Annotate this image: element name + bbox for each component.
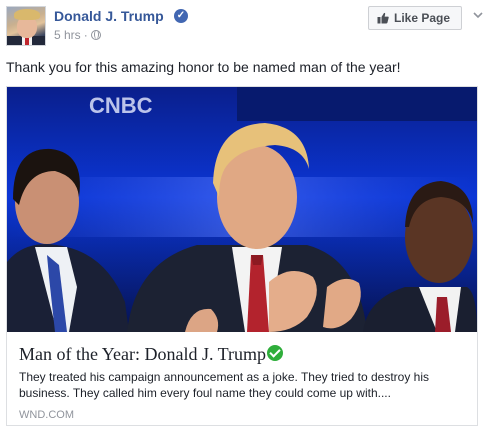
link-attachment[interactable]: CNBC Man of the Year: Donald J. Trump Th… xyxy=(6,86,478,426)
article-description: They treated his campaign announcement a… xyxy=(19,370,430,400)
like-page-label: Like Page xyxy=(394,11,451,25)
cnbc-logo: CNBC xyxy=(89,93,153,118)
thumbs-up-icon xyxy=(377,12,389,24)
like-page-button[interactable]: Like Page xyxy=(368,6,462,30)
post-message: Thank you for this amazing honor to be n… xyxy=(6,59,401,75)
post-meta: 5 hrs · xyxy=(54,28,101,42)
article-photo[interactable]: CNBC xyxy=(7,87,477,332)
article-domain: WND.COM xyxy=(19,409,74,421)
article-title-text: Man of the Year: Donald J. Trump xyxy=(19,344,267,364)
green-check-icon xyxy=(267,345,284,361)
post-header: Donald J. Trump ✓ 5 hrs · Like Page xyxy=(6,6,483,48)
verified-badge-icon: ✓ xyxy=(174,9,188,23)
page-avatar[interactable] xyxy=(6,6,46,46)
globe-icon[interactable] xyxy=(90,30,101,40)
page-name-link[interactable]: Donald J. Trump xyxy=(54,8,164,24)
timestamp-link[interactable]: 5 hrs xyxy=(54,28,81,42)
article-title[interactable]: Man of the Year: Donald J. Trump xyxy=(19,344,284,365)
facebook-post: Donald J. Trump ✓ 5 hrs · Like Page Thank… xyxy=(0,0,488,428)
chevron-down-icon[interactable] xyxy=(473,11,483,19)
